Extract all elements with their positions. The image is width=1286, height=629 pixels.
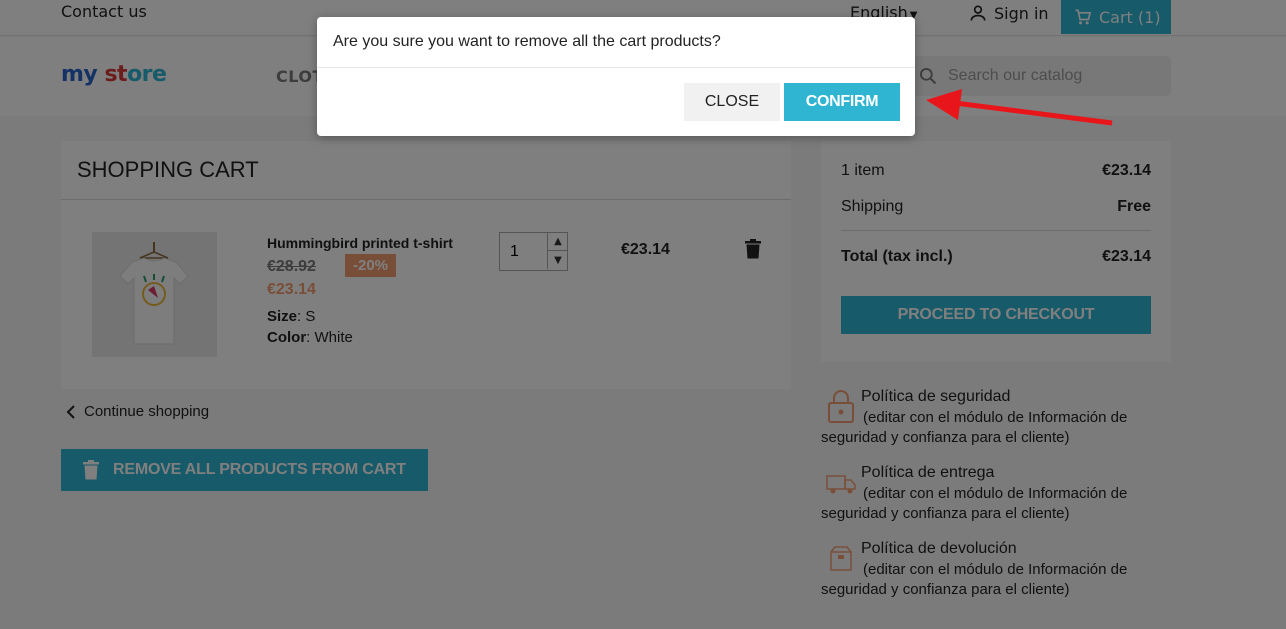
dialog-message: Are you sure you want to remove all the … bbox=[333, 33, 721, 50]
close-button[interactable]: CLOSE bbox=[684, 83, 780, 121]
divider bbox=[317, 67, 915, 68]
confirm-button[interactable]: CONFIRM bbox=[784, 83, 900, 121]
confirm-dialog: Are you sure you want to remove all the … bbox=[317, 17, 915, 136]
